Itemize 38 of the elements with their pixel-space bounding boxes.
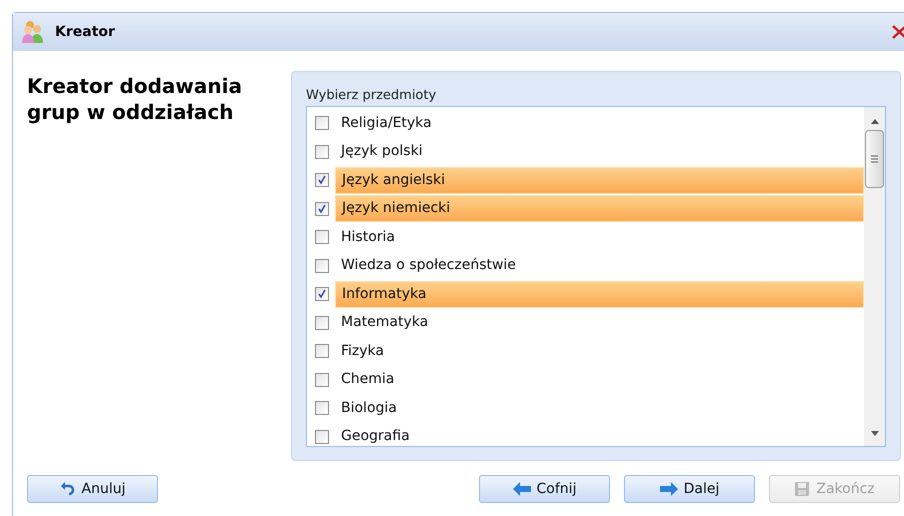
subjects-label: Wybierz przedmioty — [306, 87, 438, 105]
undo-arrow-icon — [60, 481, 76, 497]
subject-item[interactable]: Język angielski — [335, 166, 864, 194]
close-icon[interactable] — [892, 25, 904, 39]
checkbox[interactable] — [315, 287, 329, 302]
window-title: Kreator — [55, 22, 115, 42]
subject-item[interactable]: Biologia — [335, 394, 864, 422]
checkbox[interactable] — [315, 372, 329, 387]
scroll-up-icon[interactable] — [870, 119, 878, 124]
checkbox[interactable] — [315, 116, 329, 130]
left-arrow-icon — [512, 482, 531, 496]
subject-item[interactable]: Fizyka — [335, 338, 864, 365]
next-button[interactable]: Dalej — [624, 475, 755, 503]
checkbox[interactable] — [315, 144, 329, 159]
scroll-down-icon[interactable] — [870, 431, 878, 436]
subject-item[interactable]: Geografia — [335, 423, 864, 446]
checkbox[interactable] — [315, 316, 329, 330]
subject-item[interactable]: Historia — [335, 224, 864, 251]
checkbox[interactable] — [315, 202, 329, 216]
subject-item[interactable]: Religia/Etyka — [335, 110, 864, 137]
subject-item[interactable]: Chemia — [335, 366, 864, 394]
checkbox[interactable] — [315, 230, 329, 244]
checkbox[interactable] — [315, 173, 329, 188]
scrollbar[interactable] — [864, 107, 885, 446]
right-arrow-icon — [660, 482, 678, 496]
subject-item[interactable]: Wiedza o społeczeństwie — [335, 252, 864, 280]
wizard-heading: Kreator dodawania grup w oddziałach — [27, 73, 243, 125]
subject-item[interactable]: Matematyka — [335, 309, 864, 336]
cancel-button[interactable]: Anuluj — [27, 475, 158, 503]
subject-item[interactable]: Język polski — [335, 138, 864, 166]
checkbox[interactable] — [315, 401, 329, 416]
checkbox[interactable] — [315, 258, 329, 273]
subject-item[interactable]: Informatyka — [335, 280, 864, 308]
back-button[interactable]: Cofnij — [479, 475, 610, 503]
checkbox[interactable] — [315, 344, 329, 358]
subject-item[interactable]: Język niemiecki — [335, 195, 864, 222]
checkbox[interactable] — [315, 430, 329, 444]
scroll-thumb[interactable] — [865, 130, 884, 188]
